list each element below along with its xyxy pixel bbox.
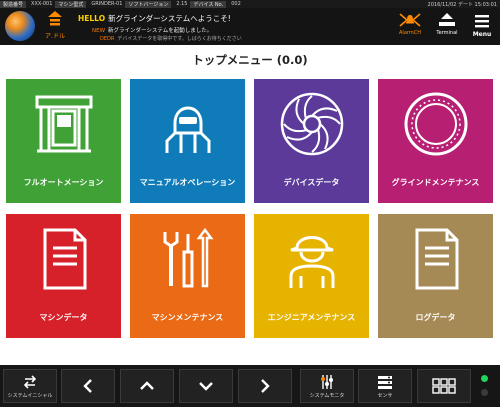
- tile-label: ログデータ: [415, 313, 456, 322]
- sensor-button[interactable]: センサ: [358, 369, 412, 403]
- engineer-icon: [289, 236, 334, 288]
- turbine-icon: [280, 92, 343, 156]
- page-title: トップメニュー (0.0): [192, 53, 308, 67]
- tile-machine-data[interactable]: マシンデータ: [6, 214, 121, 338]
- chevron-down-icon: [199, 382, 213, 391]
- status-indicators: [478, 373, 492, 401]
- tile-icon-wrap: [130, 79, 245, 169]
- sensor-label: センサ: [377, 392, 393, 399]
- sliders-icon: [321, 374, 333, 389]
- log-document-icon: [415, 228, 458, 290]
- tile-label: エンジニアメンテナンス: [267, 313, 356, 322]
- tile-icon-wrap: [378, 79, 493, 169]
- home-button-label: ア.ドル: [45, 33, 65, 40]
- status-device-value: 002: [231, 1, 241, 7]
- message-line-2: NEW 新グラインダーシステムを起動しました。: [92, 26, 212, 34]
- menu-button[interactable]: Menu: [467, 12, 497, 42]
- message-text-1: 新グラインダーシステムへようこそ!: [108, 14, 231, 23]
- message-text-2: 新グラインダーシステムを起動しました。: [108, 28, 213, 34]
- status-strip: 製造番号 XXX-001 マシン型式 GRINDER-01 ソフトバージョン 2…: [0, 0, 500, 8]
- tile-label: デバイスデータ: [283, 178, 340, 187]
- status-led-idle: [481, 389, 488, 396]
- tile-grind-maintenance[interactable]: グラインドメンテナンス: [378, 79, 493, 203]
- tile-label: マシンデータ: [39, 313, 88, 322]
- tile-manual-operation[interactable]: マニュアルオペレーション: [130, 79, 245, 203]
- alarm-bell-icon: [399, 13, 421, 27]
- app-grid-button[interactable]: [417, 369, 471, 403]
- tile-label: マシンメンテナンス: [151, 313, 224, 322]
- status-software-label: ソフトバージョン: [125, 0, 172, 8]
- status-datetime: 2016/11/02 デート 15:03:01: [427, 1, 497, 8]
- alarm-button-label: AlarmCH: [399, 30, 421, 36]
- welder-mask-icon: [165, 106, 210, 153]
- system-monitor-label: システムモニタ: [309, 392, 345, 399]
- system-initial-button[interactable]: システムイニシャル: [3, 369, 57, 403]
- status-model-label: マシン型式: [55, 0, 87, 8]
- chevron-right-icon: [261, 379, 270, 393]
- status-device-label: デバイス No.: [190, 0, 227, 8]
- tile-device-data[interactable]: デバイスデータ: [254, 79, 369, 203]
- terminal-icon: [439, 13, 455, 26]
- document-icon: [43, 228, 86, 290]
- message-text-3: デバイスデータを取得中です。しばらくお待ちください: [117, 36, 242, 42]
- message-line-1: HELLO 新グラインダーシステムへようこそ!: [78, 13, 231, 24]
- tile-icon-wrap: [254, 79, 369, 169]
- terminal-button[interactable]: Terminal: [431, 12, 463, 42]
- home-stack-icon: [48, 11, 62, 26]
- system-monitor-button[interactable]: システムモニタ: [300, 369, 354, 403]
- message-line-3: DEDR デバイスデータを取得中です。しばらくお待ちください: [100, 35, 242, 42]
- system-initial-label: システムイニシャル: [7, 392, 53, 399]
- menu-button-label: Menu: [472, 31, 492, 38]
- status-serial-label: 製造番号: [0, 0, 27, 8]
- tile-label: マニュアルオペレーション: [139, 178, 236, 187]
- chevron-up-icon: [140, 381, 154, 390]
- tile-full-automation[interactable]: フルオートメーション: [6, 79, 121, 203]
- tile-label: フルオートメーション: [23, 178, 104, 187]
- terminal-button-label: Terminal: [436, 30, 458, 36]
- status-serial-value: XXX-001: [31, 1, 53, 7]
- tile-icon-wrap: [378, 214, 493, 304]
- scroll-down-button[interactable]: [179, 369, 233, 403]
- scroll-up-button[interactable]: [120, 369, 174, 403]
- sensor-panel-icon: [378, 375, 392, 389]
- message-area: HELLO 新グラインダーシステムへようこそ! NEW 新グラインダーシステムを起動…: [78, 11, 378, 43]
- tile-icon-wrap: [6, 79, 121, 169]
- message-tag-2: NEW: [92, 28, 106, 34]
- previous-button[interactable]: [61, 369, 115, 403]
- app-root: 製造番号 XXX-001 マシン型式 GRINDER-01 ソフトバージョン 2…: [0, 0, 500, 407]
- status-model-value: GRINDER-01: [91, 1, 123, 7]
- app-logo: [5, 11, 35, 41]
- grid-icon: [432, 378, 456, 394]
- home-button[interactable]: ア.ドル: [40, 11, 70, 43]
- tile-icon-wrap: [254, 214, 369, 304]
- status-software-value: 2.15: [176, 1, 188, 7]
- header-bar: ア.ドル HELLO 新グラインダーシステムへようこそ! NEW 新グラインダーシス…: [0, 8, 500, 45]
- next-button[interactable]: [238, 369, 292, 403]
- tile-engineer-maintenance[interactable]: エンジニアメンテナンス: [254, 214, 369, 338]
- machine-door-icon: [35, 95, 92, 153]
- message-tag-3: DEDR: [100, 36, 115, 42]
- wrench-screwdriver-icon: [163, 227, 213, 288]
- hamburger-menu-icon: [475, 15, 489, 28]
- tile-label: グラインドメンテナンス: [391, 178, 480, 187]
- alarm-button[interactable]: AlarmCH: [394, 12, 426, 42]
- grinding-wheel-icon: [404, 92, 467, 156]
- tile-icon-wrap: [6, 214, 121, 304]
- chevron-left-icon: [83, 379, 92, 393]
- tile-icon-wrap: [130, 214, 245, 304]
- rotate-arrows-icon: [23, 374, 37, 389]
- tile-machine-maintenance[interactable]: マシンメンテナンス: [130, 214, 245, 338]
- status-led-active: [481, 375, 488, 382]
- tile-log-data[interactable]: ログデータ: [378, 214, 493, 338]
- bottom-bar: システムイニシャル システムモニタ センサ: [0, 365, 500, 407]
- message-tag-1: HELLO: [78, 14, 106, 23]
